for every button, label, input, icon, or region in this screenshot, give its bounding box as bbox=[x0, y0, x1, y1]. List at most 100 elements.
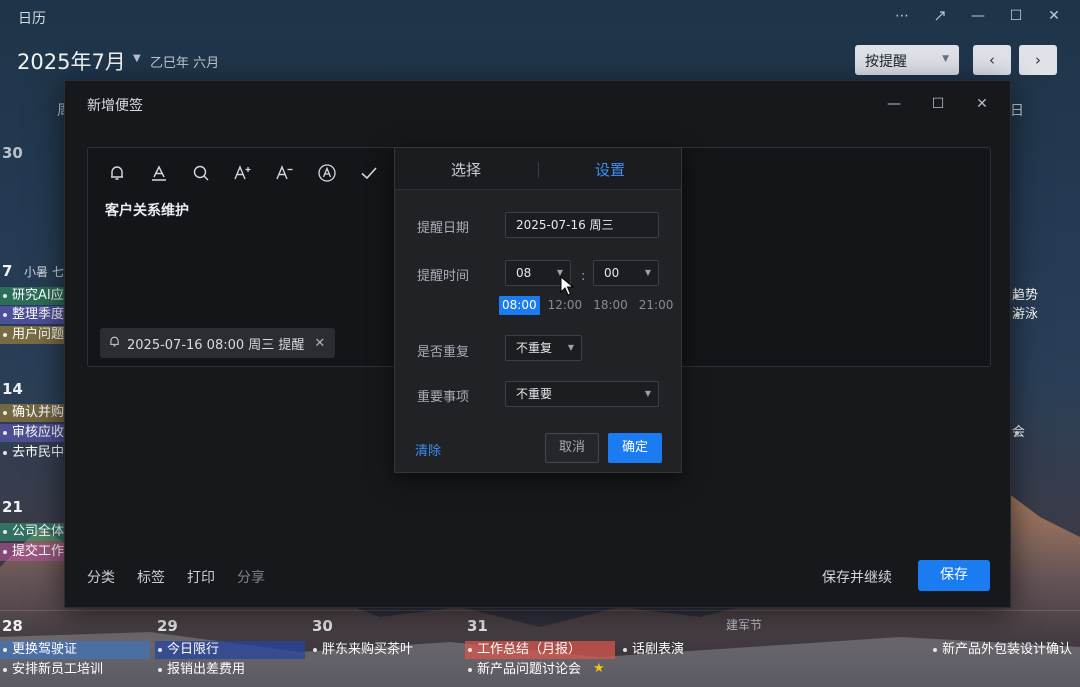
title-bar: 日历 ⋯ — ☐ ✕ bbox=[0, 0, 1080, 34]
close-icon[interactable]: ✕ bbox=[1038, 4, 1070, 28]
view-mode-select[interactable]: 按提醒 ▼ bbox=[855, 45, 959, 75]
event-item[interactable]: 新产品外包装设计确认 bbox=[930, 641, 1080, 659]
remind-date-field[interactable]: 2025-07-16 周三 bbox=[505, 212, 659, 238]
star-icon: ★ bbox=[593, 661, 605, 676]
event-item[interactable]: 研究AI应 bbox=[0, 287, 64, 305]
next-month-button[interactable]: › bbox=[1019, 45, 1057, 75]
holiday-label: 建军节 bbox=[726, 618, 763, 632]
cancel-button[interactable]: 取消 bbox=[545, 433, 599, 463]
event-item[interactable]: 趋势 bbox=[1012, 287, 1080, 305]
chevron-down-icon: ▼ bbox=[644, 268, 651, 277]
day-number[interactable]: 29 bbox=[157, 617, 178, 635]
repeat-label: 是否重复 bbox=[417, 345, 470, 360]
save-button[interactable]: 保存 bbox=[918, 560, 990, 591]
pin-icon[interactable] bbox=[924, 4, 956, 28]
day-number[interactable]: 7 bbox=[2, 262, 12, 280]
tab-select[interactable]: 选择 bbox=[451, 159, 481, 180]
remind-date-label: 提醒日期 bbox=[417, 221, 470, 236]
event-item[interactable]: 审核应收 bbox=[0, 424, 64, 442]
important-value: 不重要 bbox=[516, 387, 553, 401]
view-mode-label: 按提醒 bbox=[865, 54, 907, 70]
reminder-chip[interactable]: 2025-07-16 08:00 周三 提醒 ✕ bbox=[100, 328, 336, 358]
quick-time-option[interactable]: 08:00 bbox=[499, 296, 540, 315]
minimize-icon[interactable]: — bbox=[962, 4, 994, 28]
event-item[interactable]: 公司全体 bbox=[0, 523, 64, 541]
quick-time-option[interactable]: 21:00 bbox=[636, 296, 677, 315]
event-item[interactable]: 今日限行 bbox=[155, 641, 305, 659]
close-icon[interactable]: ✕ bbox=[966, 93, 998, 115]
font-color-icon[interactable] bbox=[148, 162, 170, 184]
search-icon[interactable] bbox=[190, 162, 212, 184]
day-number[interactable]: 14 bbox=[2, 380, 23, 398]
save-and-continue-button[interactable]: 保存并继续 bbox=[822, 567, 892, 587]
event-item[interactable]: 整理季度 bbox=[0, 306, 64, 324]
mouse-cursor-icon bbox=[560, 276, 574, 296]
month-title[interactable]: 2025年7月 bbox=[17, 46, 126, 76]
solar-term-label: 小暑 七 bbox=[24, 265, 64, 279]
event-item[interactable]: 报销出差费用 bbox=[155, 661, 305, 679]
event-item[interactable]: 会 bbox=[1012, 424, 1080, 442]
event-item[interactable]: 更换驾驶证 bbox=[0, 641, 150, 659]
event-item[interactable]: 新产品问题讨论会 bbox=[465, 661, 590, 679]
font-increase-icon[interactable] bbox=[232, 162, 254, 184]
popup-tabs: 选择 设置 bbox=[395, 148, 681, 190]
day-number[interactable]: 31 bbox=[467, 617, 488, 635]
day-number[interactable]: 30 bbox=[2, 144, 23, 162]
quick-time-options: 08:00 12:00 18:00 21:00 bbox=[499, 296, 676, 315]
note-content[interactable]: 客户关系维护 bbox=[105, 200, 189, 220]
app-title: 日历 bbox=[18, 11, 46, 27]
quick-time-option[interactable]: 18:00 bbox=[590, 296, 631, 315]
lunar-date: 乙巳年 六月 bbox=[150, 56, 220, 71]
confirm-button[interactable]: 确定 bbox=[608, 433, 662, 463]
reminder-settings-popup: 选择 设置 提醒日期 2025-07-16 周三 提醒时间 08 ▼ : 00 … bbox=[394, 147, 682, 473]
quick-time-option[interactable]: 12:00 bbox=[545, 296, 586, 315]
tab-settings[interactable]: 设置 bbox=[595, 159, 625, 180]
prev-month-button[interactable]: ‹ bbox=[973, 45, 1011, 75]
day-number[interactable]: 28 bbox=[2, 617, 23, 635]
day-number[interactable]: 30 bbox=[312, 617, 333, 635]
print-button[interactable]: 打印 bbox=[187, 567, 215, 587]
minimize-icon[interactable]: — bbox=[878, 93, 910, 115]
event-item[interactable]: 去市民中 bbox=[0, 444, 64, 462]
tab-divider bbox=[538, 162, 539, 178]
reminder-chip-label: 2025-07-16 08:00 周三 提醒 bbox=[127, 337, 305, 353]
dialog-window-controls: — ☐ ✕ bbox=[878, 93, 998, 115]
chevron-down-icon[interactable]: ▼ bbox=[133, 53, 141, 64]
dialog-footer-links: 分类 标签 打印 分享 bbox=[87, 567, 265, 587]
repeat-select[interactable]: 不重复 ▼ bbox=[505, 335, 582, 361]
text-style-icon[interactable] bbox=[316, 162, 338, 184]
clear-button[interactable]: 清除 bbox=[415, 440, 441, 459]
event-item[interactable]: 用户问题 bbox=[0, 326, 64, 344]
chevron-down-icon: ▼ bbox=[942, 54, 949, 64]
close-icon[interactable]: ✕ bbox=[314, 336, 325, 351]
remind-date-value: 2025-07-16 周三 bbox=[516, 218, 614, 232]
event-item[interactable]: 话剧表演 bbox=[620, 641, 770, 659]
event-item[interactable]: 确认并购 bbox=[0, 404, 64, 422]
more-icon[interactable]: ⋯ bbox=[886, 4, 918, 28]
tag-button[interactable]: 标签 bbox=[137, 567, 165, 587]
maximize-icon[interactable]: ☐ bbox=[922, 93, 954, 115]
repeat-value: 不重复 bbox=[516, 341, 553, 355]
remind-time-label: 提醒时间 bbox=[417, 269, 470, 284]
dialog-title: 新增便签 bbox=[87, 98, 143, 114]
event-item[interactable]: 工作总结（月报） bbox=[465, 641, 615, 659]
editor-toolbar bbox=[106, 162, 380, 184]
event-item[interactable]: 游泳 bbox=[1012, 306, 1080, 324]
share-button[interactable]: 分享 bbox=[237, 567, 265, 587]
chevron-down-icon: ▼ bbox=[644, 389, 651, 398]
bell-icon bbox=[108, 335, 121, 352]
event-item[interactable]: 安排新员工培训 bbox=[0, 661, 150, 679]
event-item[interactable]: 胖东来购买茶叶 bbox=[310, 641, 460, 659]
minute-select[interactable]: 00 ▼ bbox=[593, 260, 659, 286]
category-button[interactable]: 分类 bbox=[87, 567, 115, 587]
important-select[interactable]: 不重要 ▼ bbox=[505, 381, 659, 407]
check-icon[interactable] bbox=[358, 162, 380, 184]
hour-value: 08 bbox=[516, 266, 532, 280]
maximize-icon[interactable]: ☐ bbox=[1000, 4, 1032, 28]
font-decrease-icon[interactable] bbox=[274, 162, 296, 184]
important-label: 重要事项 bbox=[417, 390, 470, 405]
day-number[interactable]: 21 bbox=[2, 498, 23, 516]
event-item[interactable]: 提交工作 bbox=[0, 543, 64, 561]
chevron-down-icon: ▼ bbox=[567, 343, 574, 352]
bell-icon[interactable] bbox=[106, 162, 128, 184]
